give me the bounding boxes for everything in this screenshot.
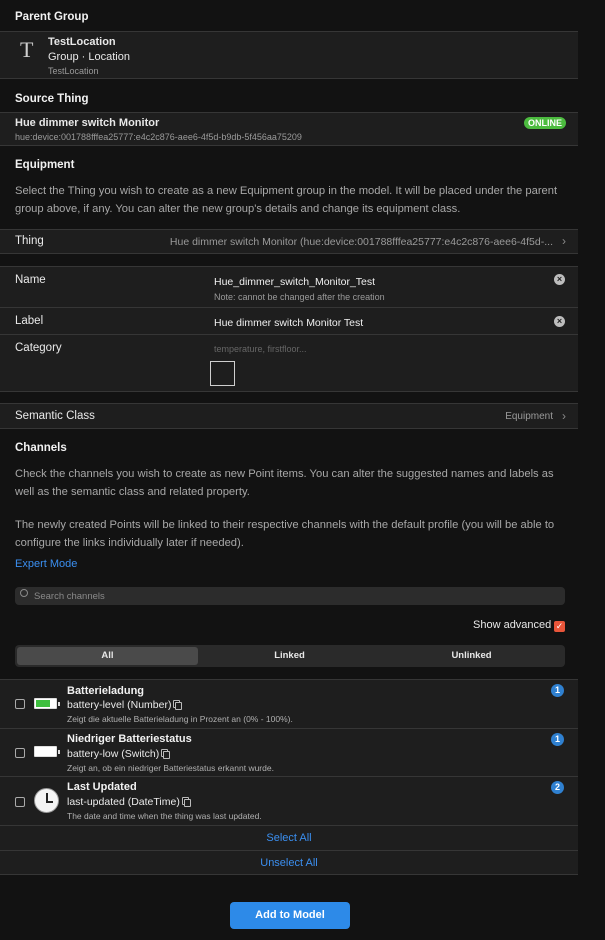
clear-label-icon[interactable]: ×	[554, 316, 565, 327]
list-item[interactable]: Last Updated last-updated (DateTime) The…	[0, 777, 578, 825]
channel-checkbox[interactable]	[15, 797, 25, 807]
link-count-badge: 2	[551, 781, 564, 794]
channel-checkbox[interactable]	[15, 748, 25, 758]
equipment-form: Name Hue_dimmer_switch_Monitor_Test Note…	[0, 266, 578, 392]
divider	[0, 825, 578, 826]
channel-filter-tabs: All Linked Unlinked	[15, 645, 565, 667]
copy-icon[interactable]	[163, 751, 171, 759]
add-to-model-button[interactable]: Add to Model	[230, 902, 350, 929]
label-input[interactable]: Hue dimmer switch Monitor Test	[214, 317, 363, 329]
select-all-link[interactable]: Select All	[0, 832, 578, 844]
channels-title: Channels	[15, 442, 67, 454]
parent-group-sub: TestLocation	[48, 66, 99, 76]
channel-title: Last Updated	[67, 781, 137, 793]
battery-empty-icon	[34, 746, 60, 757]
name-note: Note: cannot be changed after the creati…	[214, 292, 385, 302]
status-badge: ONLINE	[524, 117, 567, 129]
tab-unlinked[interactable]: Unlinked	[381, 647, 562, 665]
search-channels-field[interactable]: Search channels	[15, 587, 565, 605]
semantic-class-value: Equipment	[505, 411, 553, 422]
category-label: Category	[15, 342, 62, 354]
tab-all[interactable]: All	[17, 647, 198, 665]
clear-name-icon[interactable]: ×	[554, 274, 565, 285]
channel-id: battery-level (Number)	[67, 699, 183, 711]
channel-list: Batterieladung battery-level (Number) Ze…	[0, 679, 578, 875]
source-thing-item[interactable]: Hue dimmer switch Monitor hue:device:001…	[0, 112, 578, 146]
chevron-right-icon: ›	[562, 409, 566, 423]
link-count-badge: 1	[551, 733, 564, 746]
list-item[interactable]: Niedriger Batteriestatus battery-low (Sw…	[0, 729, 578, 776]
label-label: Label	[15, 315, 44, 327]
channel-checkbox[interactable]	[15, 699, 25, 709]
channel-description: Zeigt die aktuelle Batterieladung in Pro…	[67, 714, 293, 724]
channel-id: last-updated (DateTime)	[67, 796, 191, 808]
equipment-description: Select the Thing you wish to create as a…	[15, 185, 558, 215]
channel-description: Zeigt an, ob ein niedriger Batteriestatu…	[67, 763, 274, 773]
unselect-all-link[interactable]: Unselect All	[0, 857, 578, 869]
parent-group-item[interactable]: T TestLocation Group · Location TestLoca…	[0, 31, 578, 79]
copy-icon[interactable]	[175, 702, 183, 710]
name-label: Name	[15, 274, 46, 286]
parent-group-type: Group · Location	[48, 51, 130, 63]
parent-group-name: TestLocation	[48, 36, 116, 48]
source-thing-title: Source Thing	[15, 93, 89, 105]
source-thing-uid: hue:device:001788fffea25777:e4c2c876-aee…	[15, 132, 302, 142]
group-letter-icon: T	[20, 37, 34, 62]
thing-value: Hue dimmer switch Monitor (hue:device:00…	[169, 236, 553, 248]
show-advanced-label: Show advanced	[473, 619, 552, 631]
channel-title: Batterieladung	[67, 685, 145, 697]
category-icon-preview	[210, 361, 235, 386]
search-icon	[20, 589, 28, 597]
name-input[interactable]: Hue_dimmer_switch_Monitor_Test	[214, 276, 375, 288]
thing-selector[interactable]: Thing Hue dimmer switch Monitor (hue:dev…	[0, 229, 578, 254]
divider	[0, 850, 578, 851]
semantic-class-label: Semantic Class	[15, 410, 95, 422]
divider	[0, 307, 578, 308]
tab-linked[interactable]: Linked	[199, 647, 380, 665]
expert-mode-link[interactable]: Expert Mode	[15, 558, 77, 570]
show-advanced-checkbox[interactable]: ✓	[554, 621, 565, 632]
battery-full-icon	[34, 698, 60, 709]
thing-label: Thing	[15, 235, 44, 247]
clock-icon	[34, 788, 59, 813]
channels-description: Check the channels you wish to create as…	[15, 468, 554, 498]
equipment-title: Equipment	[15, 159, 75, 171]
channel-id: battery-low (Switch)	[67, 748, 171, 760]
link-count-badge: 1	[551, 684, 564, 697]
copy-icon[interactable]	[183, 799, 191, 807]
source-thing-name: Hue dimmer switch Monitor	[15, 117, 160, 129]
channels-link-description: The newly created Points will be linked …	[15, 519, 555, 549]
category-input[interactable]: temperature, firstfloor...	[214, 344, 307, 354]
chevron-right-icon: ›	[562, 234, 566, 248]
channel-description: The date and time when the thing was las…	[67, 811, 262, 821]
semantic-class-selector[interactable]: Semantic Class Equipment ›	[0, 403, 578, 429]
divider	[0, 334, 578, 335]
list-item[interactable]: Batterieladung battery-level (Number) Ze…	[0, 680, 578, 728]
parent-group-title: Parent Group	[15, 11, 89, 23]
search-input[interactable]: Search channels	[34, 591, 105, 602]
channel-title: Niedriger Batteriestatus	[67, 733, 192, 745]
